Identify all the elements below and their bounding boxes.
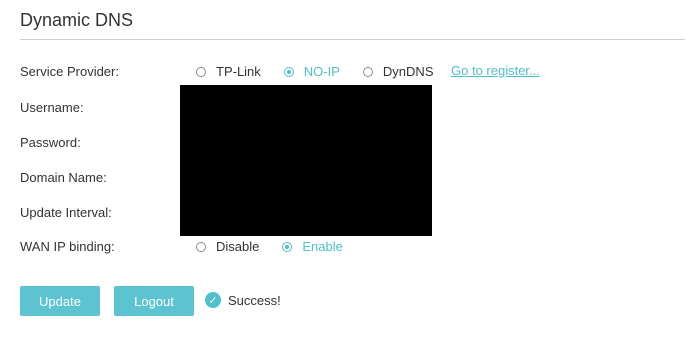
redacted-fields-block: [180, 85, 432, 236]
radio-tplink[interactable]: TP-Link: [196, 64, 261, 79]
radio-dyndns-label: DynDNS: [382, 64, 434, 79]
domain-name-label: Domain Name:: [20, 170, 107, 185]
logout-button[interactable]: Logout: [114, 286, 194, 316]
radio-dyndns-circle[interactable]: [362, 66, 373, 77]
radio-enable-label: Enable: [302, 239, 343, 254]
radio-tplink-label: TP-Link: [216, 64, 261, 79]
radio-disable-label: Disable: [216, 239, 260, 254]
radio-noip-circle[interactable]: [283, 66, 294, 77]
page-title: Dynamic DNS: [20, 10, 134, 30]
password-label: Password:: [20, 135, 81, 150]
radio-dyndns[interactable]: DynDNS: [362, 64, 434, 79]
wan-ip-binding-label: WAN IP binding:: [20, 239, 115, 254]
status-text: Success!: [228, 292, 281, 308]
go-to-register-link[interactable]: Go to register...: [451, 63, 540, 78]
check-circle-icon: ✓: [205, 292, 221, 308]
update-button[interactable]: Update: [20, 286, 100, 316]
update-interval-label: Update Interval:: [20, 205, 112, 220]
radio-enable-circle[interactable]: [282, 241, 293, 252]
radio-noip-label: NO-IP: [303, 64, 340, 79]
username-label: Username:: [20, 100, 84, 115]
radio-enable[interactable]: Enable: [282, 239, 343, 254]
radio-noip[interactable]: NO-IP: [283, 64, 340, 79]
service-provider-label: Service Provider:: [20, 64, 119, 79]
status-message: ✓ Success!: [205, 292, 281, 308]
wan-ip-binding-radio-group: Disable Enable: [196, 239, 343, 254]
title-divider: [20, 39, 685, 40]
radio-disable[interactable]: Disable: [196, 239, 259, 254]
radio-tplink-circle[interactable]: [196, 66, 206, 77]
radio-disable-circle[interactable]: [196, 241, 206, 252]
service-provider-radio-group: TP-Link NO-IP DynDNS: [196, 64, 434, 79]
